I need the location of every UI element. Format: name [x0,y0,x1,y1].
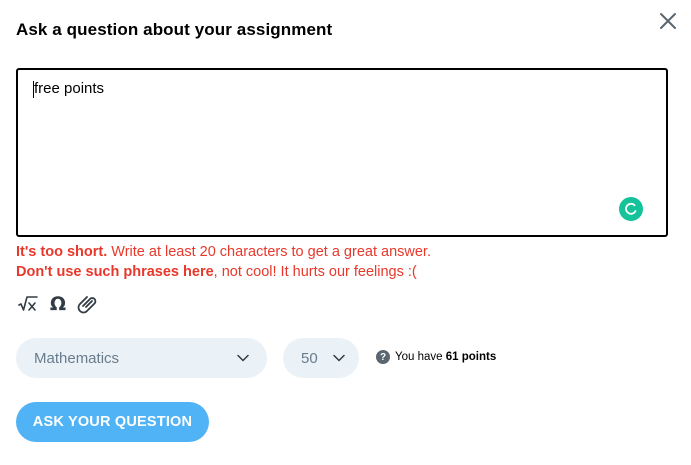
points-info-text: You have 61 points [395,351,496,363]
attachment-icon [77,296,97,314]
attachment-button[interactable] [77,293,99,315]
equation-button[interactable] [17,293,39,315]
points-balance: 61 points [445,351,497,363]
points-info: ? You have 61 points [376,350,496,364]
chevron-down-icon [237,354,249,362]
dialog-title: Ask a question about your assignment [16,20,333,39]
error-too-short: It's too short. Write at least 20 charac… [16,244,431,260]
equation-icon [18,296,38,311]
editor-toolbar: Ω [17,293,99,315]
grammarly-icon [625,202,637,215]
points-info-prefix: You have [395,351,446,363]
subject-select-value: Mathematics [34,349,120,367]
ask-question-dialog: Ask a question about your assignment fre… [0,0,691,465]
subject-select[interactable]: Mathematics [16,338,267,378]
chevron-down-icon [333,354,345,362]
points-select[interactable]: 50 [283,338,359,378]
error-too-short-text: Write at least 20 characters to get a gr… [107,244,431,260]
grammarly-button[interactable] [619,197,643,221]
close-icon [660,13,676,29]
close-button[interactable] [656,9,680,33]
error-too-short-strong: It's too short. [16,244,108,260]
help-icon[interactable]: ? [376,350,390,364]
ask-question-button[interactable]: ASK YOUR QUESTION [16,402,209,442]
symbol-button[interactable]: Ω [47,293,69,315]
error-phrases: Don't use such phrases here, not cool! I… [16,264,417,280]
symbol-icon: Ω [49,292,67,315]
points-select-value: 50 [301,349,318,367]
question-text: free points [34,80,105,97]
question-textarea[interactable]: free points [16,68,668,237]
error-phrases-strong: Don't use such phrases here [16,264,214,280]
error-phrases-text: , not cool! It hurts our feelings :( [213,264,417,280]
